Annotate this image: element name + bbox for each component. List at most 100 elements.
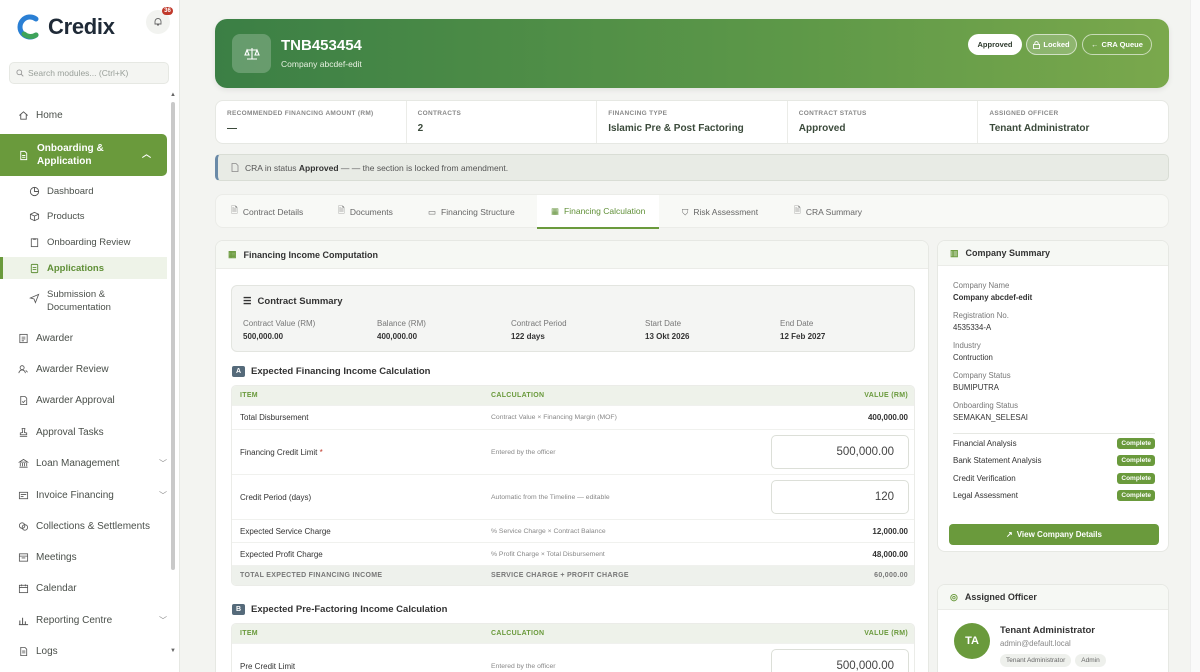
chevron-down-icon: ﹀ [159, 490, 167, 500]
external-link-icon: ↗ [1006, 530, 1013, 539]
lock-notice: CRA in status Approved — — the section i… [215, 154, 1169, 181]
field-label: Registration No. [953, 311, 1009, 320]
scroll-up-icon[interactable]: ▲ [170, 92, 176, 98]
calculator-icon: ▦ [228, 249, 237, 259]
sidebar-item-label: Onboarding Review [47, 236, 131, 248]
approved-status-button[interactable]: Approved [968, 34, 1022, 55]
sidebar-item-home[interactable]: Home [17, 109, 63, 121]
list-icon [17, 332, 29, 344]
sidebar-item-label: Awarder Review [36, 363, 109, 375]
field-value: SEMAKAN_SELESAI [953, 413, 1028, 422]
sidebar-item-loan-management[interactable]: Loan Management ﹀ [17, 457, 167, 469]
building-icon: ▥ [950, 247, 959, 258]
field-label: Balance (RM) [377, 319, 426, 328]
page-scrollbar[interactable] [1190, 0, 1200, 672]
field-value: BUMIPUTRA [953, 383, 999, 392]
sidebar-item-awarder[interactable]: Awarder [17, 332, 73, 344]
field-value: 500,000.00 [243, 332, 284, 341]
bar-chart-icon [17, 614, 29, 626]
view-company-details-button[interactable]: ↗ View Company Details [949, 524, 1159, 545]
sidebar-item-awarder-review[interactable]: Awarder Review [17, 363, 109, 375]
section-heading: Expected Pre-Factoring Income Calculatio… [251, 604, 448, 615]
sidebar-item-products[interactable]: Products [28, 210, 85, 222]
card-title: Company Summary [965, 248, 1051, 258]
table-header: ITEM CALCULATION VALUE (RM) [232, 386, 914, 405]
field-label: Company Name [953, 281, 1010, 290]
registration-field: Registration No. 4535334-A [953, 311, 1009, 332]
stat-label: FINANCING TYPE [608, 110, 668, 117]
sidebar-item-meetings[interactable]: Meetings [17, 551, 77, 563]
card-header: ▦ Financing Income Computation [216, 241, 928, 269]
row-calc: Automatic from the Timeline — editable [491, 493, 610, 501]
tab-documents[interactable]: 🗎 Documents [338, 195, 393, 229]
pre-credit-limit-input[interactable]: 500,000.00 [771, 649, 909, 672]
sidebar-item-label: Home [36, 109, 63, 121]
logo[interactable]: Credix [16, 14, 115, 40]
home-icon [17, 109, 29, 121]
invoice-icon [17, 489, 29, 501]
search-input[interactable]: Search modules... (Ctrl+K) [9, 62, 169, 84]
check-financial-analysis: Financial Analysis Complete [953, 438, 1155, 449]
meeting-icon [17, 551, 29, 563]
credix-logo-icon [17, 14, 39, 40]
stat-label: RECOMMENDED FINANCING AMOUNT (RM) [227, 110, 374, 117]
locked-button[interactable]: Locked [1026, 34, 1077, 55]
row-item-text: Financing Credit Limit [240, 447, 318, 457]
sidebar-item-label: Applications [47, 262, 105, 274]
application-header: TNB453454 Company abcdef-edit Approved L… [215, 19, 1169, 88]
sidebar-item-label: Approval Tasks [36, 426, 104, 438]
stat-recommended-amount: RECOMMENDED FINANCING AMOUNT (RM) — [216, 101, 407, 143]
clipboard-icon [28, 236, 40, 248]
sidebar-item-calendar[interactable]: Calendar [17, 582, 77, 594]
sidebar-item-dashboard[interactable]: Dashboard [28, 185, 93, 197]
shield-icon: ⛉ [682, 206, 689, 217]
sidebar-item-submission[interactable]: Submission & Documentation [28, 288, 127, 314]
financing-credit-limit-input[interactable]: 500,000.00 [771, 435, 909, 469]
stat-assigned-officer: ASSIGNED OFFICER Tenant Administrator [978, 101, 1168, 143]
sidebar-item-logs[interactable]: Logs [17, 645, 58, 657]
sidebar-item-label: Reporting Centre [36, 614, 113, 626]
notification-bell[interactable]: 36 [146, 7, 173, 34]
contract-summary-heading: Contract Summary [257, 296, 343, 307]
row-value: 48,000.00 [872, 549, 908, 559]
sidebar-scrollbar[interactable]: ▲ ▼ [170, 92, 176, 654]
tab-contract-details[interactable]: 🗎 Contract Details [231, 195, 303, 229]
scroll-thumb[interactable] [171, 102, 175, 570]
avatar: TA [954, 623, 990, 659]
sidebar-item-reporting[interactable]: Reporting Centre ﹀ [17, 614, 167, 626]
section-b-table: ITEM CALCULATION VALUE (RM) Pre Credit L… [231, 623, 915, 672]
sidebar-item-collections[interactable]: Collections & Settlements [17, 520, 150, 532]
sidebar-item-approval-tasks[interactable]: Approval Tasks [17, 426, 104, 438]
section-a-table: ITEM CALCULATION VALUE (RM) Total Disbur… [231, 385, 915, 586]
sidebar-item-onboarding-review[interactable]: Onboarding Review [28, 236, 130, 248]
calculator-icon: ▦ [551, 205, 560, 216]
sidebar-item-label: Calendar [36, 582, 77, 594]
sidebar-item-invoice-financing[interactable]: Invoice Financing ﹀ [17, 489, 167, 501]
tab-cra-summary[interactable]: 🗎 CRA Summary [794, 195, 862, 229]
check-label: Financial Analysis [953, 439, 1017, 448]
tab-risk-assessment[interactable]: ⛉ Risk Assessment [682, 195, 758, 229]
button-label: View Company Details [1016, 530, 1102, 539]
user-search-icon [17, 363, 29, 375]
tab-financing-calculation[interactable]: ▦ Financing Calculation [537, 195, 660, 229]
sidebar-item-awarder-approval[interactable]: Awarder Approval [17, 394, 115, 406]
sidebar-group-onboarding[interactable]: Onboarding & Application ︿ [0, 134, 167, 176]
assigned-officer-card: ◎ Assigned Officer TA Tenant Administrat… [937, 584, 1169, 672]
search-icon [16, 69, 24, 77]
stat-value: Approved [798, 123, 846, 134]
row-calc: Entered by the officer [491, 662, 556, 670]
lock-icon [1033, 40, 1041, 49]
sidebar-item-applications[interactable]: Applications [28, 262, 104, 274]
tab-financing-structure[interactable]: ▭ Financing Structure [428, 195, 515, 229]
notice-prefix: CRA in status [245, 162, 297, 173]
contract-period: Contract Period 122 days [511, 319, 567, 341]
card-title: Assigned Officer [964, 592, 1037, 602]
main-content: TNB453454 Company abcdef-edit Approved L… [180, 0, 1190, 672]
credit-period-input[interactable]: 120 [771, 480, 909, 514]
notice-status: Approved [298, 162, 339, 173]
structure-icon: ▭ [428, 206, 437, 217]
scroll-down-icon[interactable]: ▼ [170, 648, 176, 654]
chevron-down-icon: ﹀ [159, 458, 167, 468]
cra-queue-button[interactable]: ← CRA Queue [1082, 34, 1152, 55]
field-value: 400,000.00 [377, 332, 418, 341]
